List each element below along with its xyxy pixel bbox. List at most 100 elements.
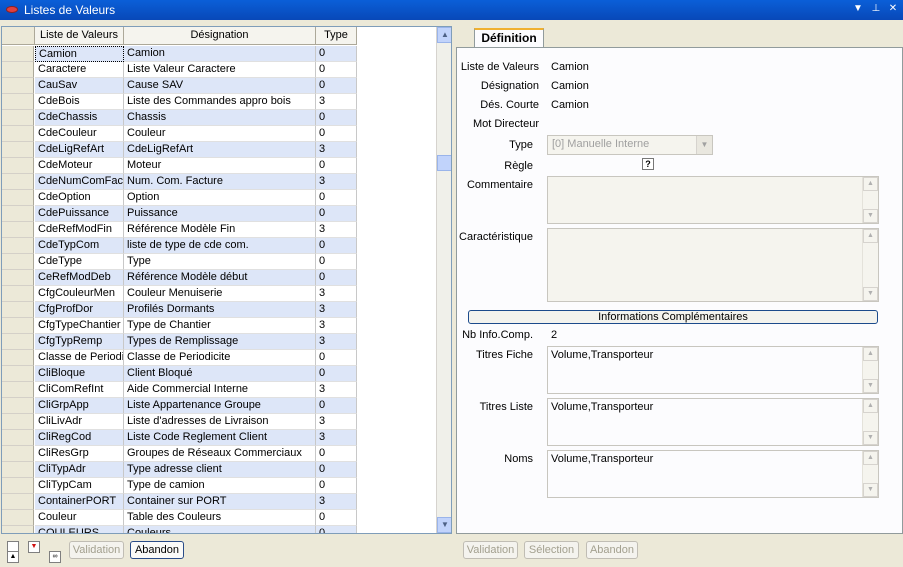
commentaire-textarea[interactable]: ▲ ▼ <box>547 176 879 224</box>
table-row[interactable]: CliComRefInt Aide Commercial Interne 3 <box>2 382 357 398</box>
right-selection-button[interactable]: Sélection <box>524 541 579 559</box>
row-selector[interactable] <box>2 446 34 462</box>
cell-liste[interactable]: CfgTypeChantier <box>35 318 124 334</box>
titres-liste-textarea[interactable]: Volume,Transporteur ▲ ▼ <box>547 398 879 446</box>
row-selector[interactable] <box>2 334 34 350</box>
row-selector[interactable] <box>2 46 34 62</box>
grid-scrollbar[interactable]: ▲ ▼ <box>436 27 451 533</box>
table-row[interactable]: CdePuissance Puissance 0 <box>2 206 357 222</box>
cell-liste[interactable]: CdeMoteur <box>35 158 124 174</box>
left-abandon-button[interactable]: Abandon <box>130 541 184 559</box>
cell-designation[interactable]: Option <box>124 190 316 206</box>
row-selector[interactable] <box>2 478 34 494</box>
table-row[interactable]: COULEURS Couleurs 0 <box>2 526 357 533</box>
cell-designation[interactable]: Aide Commercial Interne <box>124 382 316 398</box>
row-selector[interactable] <box>2 302 34 318</box>
cell-liste[interactable]: CdeLigRefArt <box>35 142 124 158</box>
titres-fiche-scrollbar[interactable]: ▲ ▼ <box>862 347 878 393</box>
table-row[interactable]: Classe de PeriodiciteClasse de Periodici… <box>2 350 357 366</box>
row-selector[interactable] <box>2 350 34 366</box>
cell-liste[interactable]: CdeChassis <box>35 110 124 126</box>
table-row[interactable]: CliTypAdr Type adresse client 0 <box>2 462 357 478</box>
column-header-designation[interactable]: Désignation <box>124 27 316 45</box>
scroll-up-icon[interactable]: ▲ <box>437 27 451 43</box>
row-selector[interactable] <box>2 430 34 446</box>
cell-liste[interactable]: CdeType <box>35 254 124 270</box>
row-selector[interactable] <box>2 206 34 222</box>
cell-type[interactable]: 0 <box>316 398 357 414</box>
row-selector[interactable] <box>2 494 34 510</box>
cell-designation[interactable]: liste de type de cde com. <box>124 238 316 254</box>
cell-designation[interactable]: Liste d'adresses de Livraison <box>124 414 316 430</box>
cell-type[interactable]: 0 <box>316 270 357 286</box>
cell-designation[interactable]: Liste Appartenance Groupe <box>124 398 316 414</box>
scroll-thumb[interactable] <box>437 155 451 171</box>
table-row[interactable]: ContainerPORT Container sur PORT 3 <box>2 494 357 510</box>
noms-textarea[interactable]: Volume,Transporteur ▲ ▼ <box>547 450 879 498</box>
row-selector[interactable] <box>2 270 34 286</box>
cell-type[interactable]: 0 <box>316 366 357 382</box>
cell-designation[interactable]: Client Bloqué <box>124 366 316 382</box>
row-selector[interactable] <box>2 238 34 254</box>
cell-type[interactable]: 0 <box>316 462 357 478</box>
cell-type[interactable]: 3 <box>316 286 357 302</box>
table-row[interactable]: CauSav Cause SAV 0 <box>2 78 357 94</box>
cell-liste[interactable]: Camion <box>35 46 124 62</box>
cell-type[interactable]: 3 <box>316 334 357 350</box>
column-header-type[interactable]: Type <box>316 27 357 45</box>
cell-liste[interactable]: CliGrpApp <box>35 398 124 414</box>
cell-liste[interactable]: CdeBois <box>35 94 124 110</box>
cell-designation[interactable]: CdeLigRefArt <box>124 142 316 158</box>
row-selector[interactable] <box>2 158 34 174</box>
cell-designation[interactable]: Type de camion <box>124 478 316 494</box>
cell-type[interactable]: 0 <box>316 446 357 462</box>
cell-liste[interactable]: Caractere <box>35 62 124 78</box>
cell-designation[interactable]: Couleur Menuiserie <box>124 286 316 302</box>
row-selector[interactable] <box>2 510 34 526</box>
cell-type[interactable]: 0 <box>316 78 357 94</box>
row-selector[interactable] <box>2 110 34 126</box>
cell-type[interactable]: 0 <box>316 206 357 222</box>
table-row[interactable]: CliLivAdr Liste d'adresses de Livraison 3 <box>2 414 357 430</box>
row-selector[interactable] <box>2 398 34 414</box>
cell-type[interactable]: 0 <box>316 190 357 206</box>
table-row[interactable]: CdeCouleur Couleur 0 <box>2 126 357 142</box>
cell-type[interactable]: 0 <box>316 510 357 526</box>
table-row[interactable]: CdeChassis Chassis 0 <box>2 110 357 126</box>
cell-liste[interactable]: Couleur <box>35 510 124 526</box>
scroll-up-icon[interactable]: ▲ <box>863 451 878 465</box>
cell-type[interactable]: 0 <box>316 254 357 270</box>
cell-designation[interactable]: Couleurs <box>124 526 316 533</box>
table-row[interactable]: CfgTypRemp Types de Remplissage 3 <box>2 334 357 350</box>
commentaire-scrollbar[interactable]: ▲ ▼ <box>862 177 878 223</box>
cell-liste[interactable]: CliTypAdr <box>35 462 124 478</box>
row-selector[interactable] <box>2 526 34 533</box>
row-selector[interactable] <box>2 366 34 382</box>
table-row[interactable]: Caractere Liste Valeur Caractere 0 <box>2 62 357 78</box>
table-row[interactable]: CeRefModDeb Référence Modèle début 0 <box>2 270 357 286</box>
table-row[interactable]: CdeNumComFactureNum. Com. Facture3 <box>2 174 357 190</box>
cell-designation[interactable]: Profilés Dormants <box>124 302 316 318</box>
column-header-liste[interactable]: Liste de Valeurs <box>35 27 124 45</box>
table-row[interactable]: CliResGrp Groupes de Réseaux Commerciaux 0 <box>2 446 357 462</box>
scroll-down-icon[interactable]: ▼ <box>863 209 878 223</box>
cell-type[interactable]: 3 <box>316 494 357 510</box>
table-row[interactable]: CdeBois Liste des Commandes appro bois 3 <box>2 94 357 110</box>
cell-designation[interactable]: Référence Modèle début <box>124 270 316 286</box>
pin-icon[interactable]: ⊥ <box>869 2 883 16</box>
cell-liste[interactable]: CfgProfDor <box>35 302 124 318</box>
row-selector[interactable] <box>2 318 34 334</box>
cell-designation[interactable]: Liste Code Reglement Client <box>124 430 316 446</box>
informations-complementaires-button[interactable]: Informations Complémentaires <box>468 310 878 324</box>
cell-designation[interactable]: Type <box>124 254 316 270</box>
close-icon[interactable]: ✕ <box>886 2 900 16</box>
cell-type[interactable]: 3 <box>316 222 357 238</box>
cell-type[interactable]: 3 <box>316 414 357 430</box>
right-validation-button[interactable]: Validation <box>463 541 518 559</box>
tab-definition[interactable]: Définition <box>474 28 544 48</box>
cell-liste[interactable]: CdePuissance <box>35 206 124 222</box>
table-row[interactable]: CdeOption Option 0 <box>2 190 357 206</box>
help-icon[interactable]: ? <box>642 158 654 170</box>
titres-liste-scrollbar[interactable]: ▲ ▼ <box>862 399 878 445</box>
cell-liste[interactable]: COULEURS <box>35 526 124 533</box>
